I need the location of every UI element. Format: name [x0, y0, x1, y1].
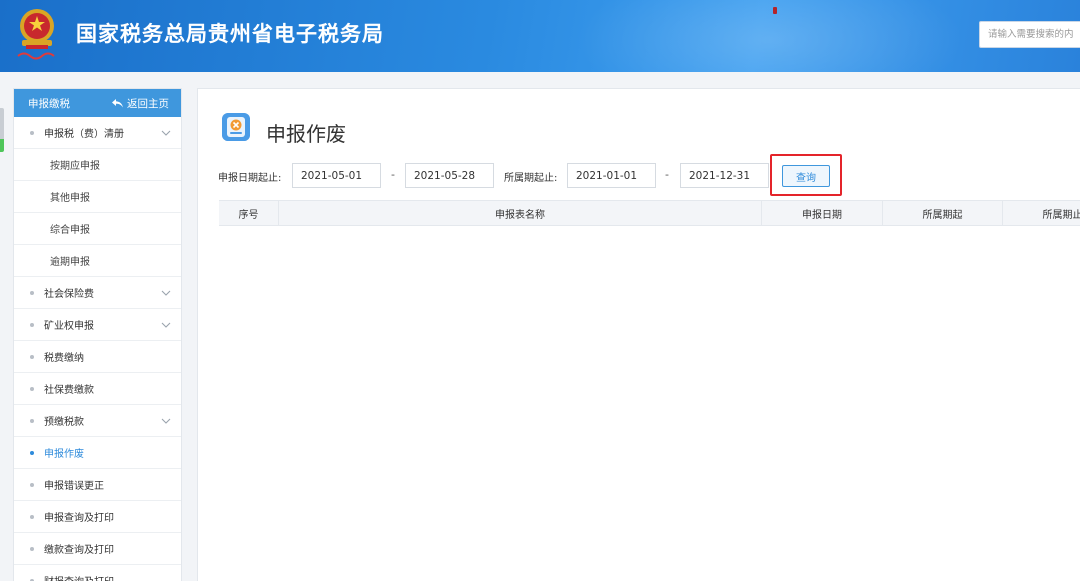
declaration-table-header: 序号 申报表名称 申报日期 所属期起 所属期止: [219, 200, 1080, 226]
column-header-index: 序号: [219, 201, 279, 225]
sidebar-item[interactable]: 申报作废: [14, 437, 181, 469]
sidebar-item[interactable]: 社会保险费: [14, 277, 181, 309]
sidebar-item[interactable]: 申报查询及打印: [14, 501, 181, 533]
date-separator: -: [391, 168, 395, 181]
sidebar-item-label: 税费缴纳: [44, 353, 84, 364]
top-header: 国家税务总局贵州省电子税务局: [0, 0, 1080, 72]
bullet-dot-icon: [30, 290, 34, 295]
page-title: 申报作废: [266, 122, 346, 146]
bullet-dot-icon: [30, 450, 34, 455]
sidebar-item-label: 申报错误更正: [44, 481, 104, 492]
search-input[interactable]: [980, 22, 1080, 47]
sidebar: 申报缴税 返回主页 申报税（费）清册按期应申报其他申报综合申报逾期申报社会保险费…: [13, 88, 182, 581]
period-separator: -: [665, 168, 669, 181]
declare-date-start-input[interactable]: 2021-05-01: [292, 163, 381, 188]
sidebar-item-label: 社保费缴款: [44, 385, 94, 396]
cancel-declaration-icon: [222, 113, 250, 141]
sidebar-item[interactable]: 逾期申报: [14, 245, 181, 277]
query-button[interactable]: 查询: [782, 165, 830, 187]
left-edge-accent: [0, 108, 4, 152]
bullet-dot-icon: [30, 546, 34, 551]
sidebar-menu: 申报税（费）清册按期应申报其他申报综合申报逾期申报社会保险费矿业权申报税费缴纳社…: [14, 117, 181, 581]
tax-emblem-icon: [17, 9, 55, 60]
chevron-down-icon[interactable]: [161, 416, 171, 426]
period-label: 所属期起止:: [504, 172, 558, 184]
sidebar-item-label: 其他申报: [50, 193, 90, 204]
back-arrow-icon: [112, 98, 123, 107]
bullet-dot-icon: [30, 386, 34, 391]
declare-date-label: 申报日期起止:: [218, 172, 282, 184]
chevron-down-icon[interactable]: [161, 320, 171, 330]
sidebar-item-label: 申报作废: [44, 449, 84, 460]
period-start-input[interactable]: 2021-01-01: [567, 163, 656, 188]
bullet-dot-icon: [30, 418, 34, 423]
sidebar-item-label: 矿业权申报: [44, 321, 94, 332]
back-home-button[interactable]: 返回主页: [112, 96, 169, 111]
header-marker: [773, 7, 777, 14]
sidebar-item-label: 申报税（费）清册: [44, 129, 124, 140]
column-header-declare-date: 申报日期: [762, 201, 883, 225]
bullet-dot-icon: [30, 482, 34, 487]
sidebar-item[interactable]: 预缴税款: [14, 405, 181, 437]
bullet-dot-icon: [30, 322, 34, 327]
sidebar-item-label: 逾期申报: [50, 257, 90, 268]
sidebar-item[interactable]: 税费缴纳: [14, 341, 181, 373]
sidebar-header: 申报缴税 返回主页: [14, 89, 181, 117]
bullet-dot-icon: [30, 514, 34, 519]
sidebar-item[interactable]: 缴款查询及打印: [14, 533, 181, 565]
sidebar-item[interactable]: 财报查询及打印: [14, 565, 181, 581]
sidebar-item-label: 预缴税款: [44, 417, 84, 428]
site-title: 国家税务总局贵州省电子税务局: [76, 22, 384, 46]
sidebar-item-label: 缴款查询及打印: [44, 545, 114, 556]
column-header-form-name: 申报表名称: [279, 201, 762, 225]
period-end-input[interactable]: 2021-12-31: [680, 163, 769, 188]
column-header-period-start: 所属期起: [883, 201, 1003, 225]
main-panel: 申报作废 申报日期起止: 2021-05-01 - 2021-05-28 所属期…: [197, 88, 1080, 581]
sidebar-item[interactable]: 按期应申报: [14, 149, 181, 181]
search-box[interactable]: [979, 21, 1080, 48]
sidebar-item[interactable]: 矿业权申报: [14, 309, 181, 341]
back-home-label: 返回主页: [127, 97, 169, 110]
declare-date-end-input[interactable]: 2021-05-28: [405, 163, 494, 188]
sidebar-item[interactable]: 社保费缴款: [14, 373, 181, 405]
sidebar-section-title: 申报缴税: [28, 97, 70, 110]
sidebar-item-label: 按期应申报: [50, 161, 100, 172]
column-header-period-end: 所属期止: [1003, 201, 1080, 225]
chevron-down-icon[interactable]: [161, 288, 171, 298]
bullet-dot-icon: [30, 130, 34, 135]
chevron-down-icon[interactable]: [161, 128, 171, 138]
sidebar-item[interactable]: 申报错误更正: [14, 469, 181, 501]
sidebar-item-label: 综合申报: [50, 225, 90, 236]
header-sheen: [560, 0, 980, 72]
sidebar-item[interactable]: 其他申报: [14, 181, 181, 213]
sidebar-item-label: 申报查询及打印: [44, 513, 114, 524]
sidebar-item[interactable]: 综合申报: [14, 213, 181, 245]
sidebar-item[interactable]: 申报税（费）清册: [14, 117, 181, 149]
sidebar-item-label: 财报查询及打印: [44, 573, 114, 581]
bullet-dot-icon: [30, 354, 34, 359]
sidebar-item-label: 社会保险费: [44, 289, 94, 300]
